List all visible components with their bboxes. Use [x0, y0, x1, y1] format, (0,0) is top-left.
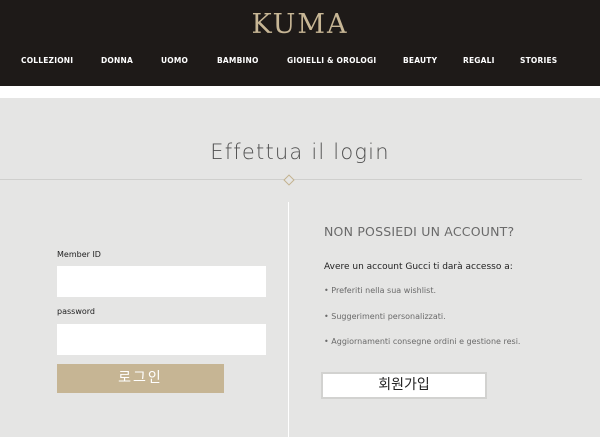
benefit-text: Preferiti nella sua wishlist. [331, 286, 436, 295]
brand-logo[interactable]: KUMA [0, 8, 600, 42]
bullet-icon: • [324, 337, 329, 346]
password-label: password [57, 307, 95, 316]
nav-item-gioielli-orologi[interactable]: GIOIELLI & OROLOGI [287, 54, 376, 68]
password-input[interactable] [57, 324, 266, 355]
page-title: Effettua il login [210, 140, 390, 164]
site-header: KUMA COLLEZIONI DONNA UOMO BAMBINO GIOIE… [0, 0, 600, 86]
bullet-icon: • [324, 312, 329, 321]
nav-item-stories[interactable]: STORIES [520, 54, 557, 68]
column-divider [288, 202, 289, 437]
login-page: Effettua il login Member ID password 로그인… [0, 98, 600, 437]
benefit-item: • Suggerimenti personalizzati. [324, 311, 446, 322]
member-id-label: Member ID [57, 250, 101, 259]
register-title: NON POSSIEDI UN ACCOUNT? [324, 224, 515, 239]
nav-item-uomo[interactable]: UOMO [161, 54, 188, 68]
benefit-text: Aggiornamenti consegne ordini e gestione… [331, 337, 521, 346]
diamond-ornament-icon [283, 174, 295, 186]
login-button[interactable]: 로그인 [57, 364, 224, 393]
main-nav: COLLEZIONI DONNA UOMO BAMBINO GIOIELLI &… [0, 54, 600, 68]
nav-item-beauty[interactable]: BEAUTY [403, 54, 437, 68]
bullet-icon: • [324, 286, 329, 295]
benefit-item: • Preferiti nella sua wishlist. [324, 285, 436, 296]
register-intro: Avere un account Gucci ti darà accesso a… [324, 262, 513, 272]
benefit-text: Suggerimenti personalizzati. [331, 312, 446, 321]
signup-button[interactable]: 회원가입 [321, 372, 487, 399]
nav-item-bambino[interactable]: BAMBINO [217, 54, 259, 68]
nav-item-regali[interactable]: REGALI [463, 54, 495, 68]
nav-item-collezioni[interactable]: COLLEZIONI [21, 54, 73, 68]
benefit-item: • Aggiornamenti consegne ordini e gestio… [324, 336, 520, 347]
member-id-input[interactable] [57, 266, 266, 297]
nav-item-donna[interactable]: DONNA [101, 54, 133, 68]
